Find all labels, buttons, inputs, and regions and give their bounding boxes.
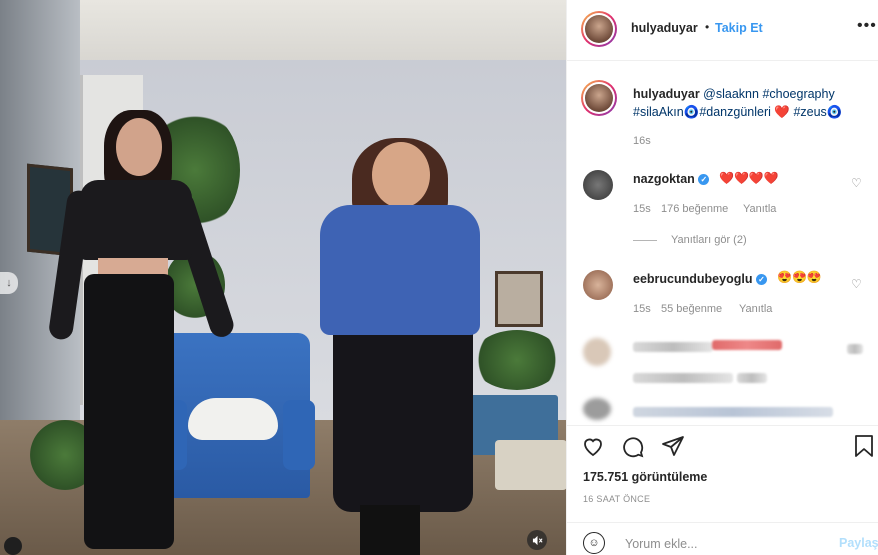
caption-mention[interactable]: @slaaknn [703, 87, 759, 101]
caption-hashtag[interactable]: #choegraphy [762, 87, 834, 101]
actions-divider [567, 425, 878, 426]
woman-skirt [333, 322, 473, 512]
view-count[interactable]: 175.751 görüntüleme [583, 470, 707, 484]
comment-username[interactable]: nazgoktan ✓ [633, 172, 710, 186]
author-username[interactable]: hulyaduyar [631, 21, 698, 35]
blurred-commenter-avatar [583, 398, 611, 420]
author-avatar[interactable] [581, 11, 617, 47]
caption-time: 16s [633, 135, 651, 147]
comment-time: 15s [633, 203, 651, 215]
armchair-arm [283, 400, 315, 470]
blurred-comment [712, 340, 782, 350]
blurred-comment [633, 407, 833, 417]
blurred-commenter-avatar [583, 338, 611, 366]
caption-username[interactable]: hulyaduyar [633, 87, 700, 101]
nazar-emoji: 🧿 [683, 105, 700, 119]
commenter-avatar[interactable] [583, 270, 613, 300]
comment-text: 😍😍😍 [777, 270, 822, 284]
post-caption: hulyaduyar @slaaknn #choegraphy #silaAkı… [633, 85, 873, 121]
comment-input[interactable] [623, 534, 817, 554]
arrow-down-icon[interactable]: ↓ [0, 272, 18, 294]
woman-top [320, 205, 480, 335]
comment-icon[interactable] [621, 434, 645, 464]
comment-likes[interactable]: 55 beğenme [661, 303, 722, 315]
reply-button[interactable]: Yanıtla [743, 203, 776, 215]
caption-hashtag[interactable]: #zeus [793, 105, 826, 119]
girl-top [80, 180, 192, 260]
white-dog [188, 398, 278, 440]
girl-face [116, 118, 162, 176]
caption-hashtag[interactable]: #danzgünleri [699, 105, 771, 119]
instagram-post-window: ↓ hulyaduyar • Takip Et ••• hulyaduyar @… [0, 0, 878, 555]
comment-likes[interactable]: 176 beğenme [661, 203, 728, 215]
like-comment-icon[interactable]: ♡ [851, 176, 862, 190]
caption-avatar[interactable] [581, 80, 617, 116]
post-age: 16 SAAT ÖNCE [583, 494, 651, 504]
flower-plant [472, 330, 562, 390]
woman-legs [360, 505, 420, 555]
bookmark-icon[interactable] [853, 434, 875, 464]
user-tag-icon[interactable] [4, 537, 22, 555]
comment-text: ❤️❤️❤️❤️ [719, 171, 779, 185]
verified-badge-icon: ✓ [698, 174, 710, 186]
blurred-comment [737, 373, 767, 383]
follow-button[interactable]: Takip Et [715, 21, 763, 35]
girl-leggings [84, 274, 174, 549]
heart-icon[interactable] [581, 434, 605, 464]
blurred-comment [633, 342, 713, 352]
post-header: hulyaduyar • Takip Et ••• [567, 0, 878, 61]
post-video[interactable]: ↓ [0, 0, 566, 555]
caption-hashtag[interactable]: #silaAkın [633, 105, 684, 119]
reply-button[interactable]: Yanıtla [739, 303, 772, 315]
blurred-comment [847, 344, 863, 354]
comment-divider [567, 522, 878, 523]
stool [495, 440, 566, 490]
separator-dot: • [705, 20, 710, 34]
mute-icon[interactable] [527, 530, 547, 550]
view-replies-button[interactable]: Yanıtları gör (2) [633, 234, 747, 246]
woman-face [372, 142, 430, 208]
heart-emoji: ❤️ [774, 105, 790, 119]
nazar-emoji: 🧿 [826, 105, 843, 119]
post-sidebar: hulyaduyar • Takip Et ••• hulyaduyar @sl… [566, 0, 878, 555]
more-options-icon[interactable]: ••• [857, 17, 877, 35]
comment-time: 15s [633, 303, 651, 315]
wall-photo-frame [495, 271, 543, 327]
share-icon[interactable] [661, 434, 685, 464]
post-comment-button[interactable]: Paylaş [839, 536, 878, 550]
comment-username[interactable]: eebrucundubeyoglu ✓ [633, 272, 767, 286]
blurred-comment [633, 373, 733, 383]
like-comment-icon[interactable]: ♡ [851, 277, 862, 291]
emoji-icon[interactable]: ☺ [583, 532, 605, 554]
verified-badge-icon: ✓ [755, 274, 767, 286]
commenter-avatar[interactable] [583, 170, 613, 200]
